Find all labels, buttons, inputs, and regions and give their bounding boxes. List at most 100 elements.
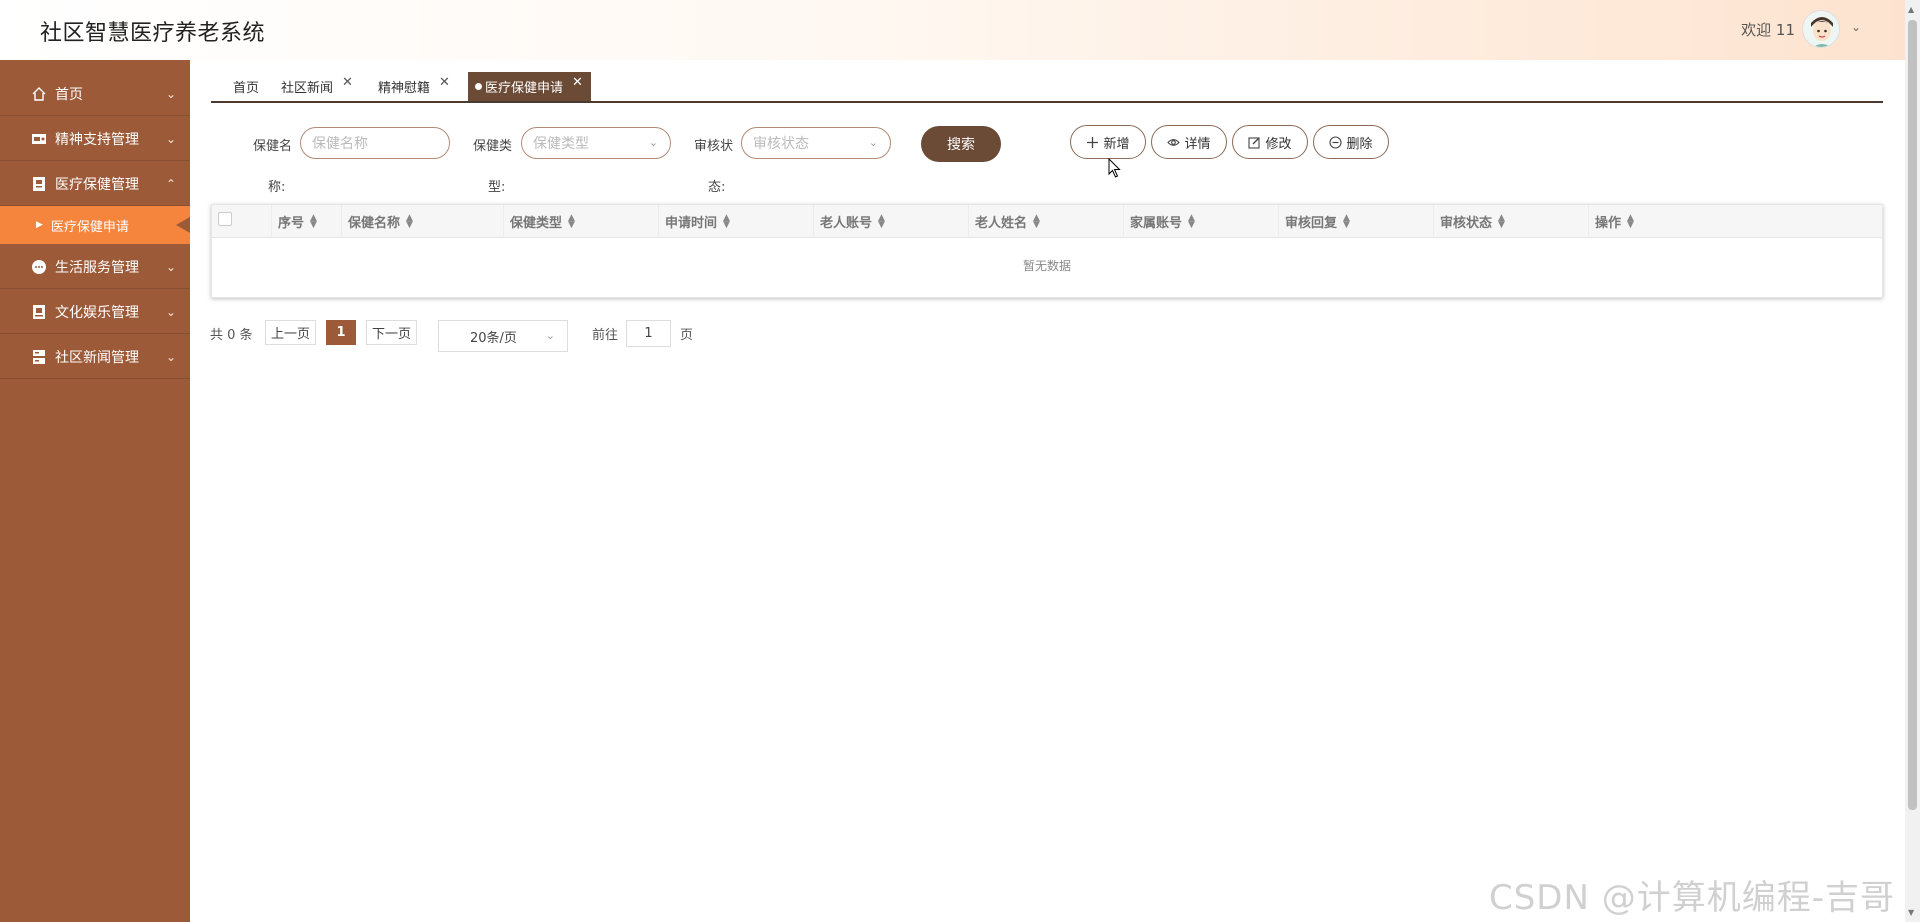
chevron-down-icon: ⌄ [165,260,176,274]
close-icon[interactable]: ✕ [342,75,353,90]
sidebar-item-support[interactable]: 精神支持管理 ⌄ [0,117,190,161]
close-icon[interactable]: ✕ [572,75,583,90]
current-page[interactable]: 1 [326,320,356,345]
sidebar-item-label: 精神支持管理 [55,131,139,148]
column-header[interactable]: 申请时间 ▲ ▼ [658,205,813,238]
scroll-down-icon[interactable]: ▼ [1908,908,1914,917]
top-header: 社区智慧医疗养老系统 欢迎 11 ⌄ [0,0,1905,60]
sort-icon[interactable]: ▲ ▼ [723,213,730,229]
edit-icon [1248,136,1261,149]
sidebar-item-label: 社区新闻管理 [55,349,139,366]
tab-label: 社区新闻 [281,81,334,96]
sort-icon[interactable]: ▲ ▼ [1033,213,1040,229]
column-header[interactable]: 审核回复 ▲ ▼ [1278,205,1433,238]
tab-spiritual-comfort[interactable]: 精神慰籍 ✕ [378,72,450,101]
goto-label: 前往 [592,328,619,343]
sidebar-item-service[interactable]: 生活服务管理 ⌄ [0,245,190,289]
detail-label: 详情 [1184,136,1211,152]
tab-label: 精神慰籍 [378,81,431,96]
tab-medical-apply[interactable]: 医疗保健申请 ✕ [468,72,591,101]
sort-icon[interactable]: ▲ ▼ [1188,213,1195,229]
chevron-down-icon: ⌄ [648,136,658,149]
column-header[interactable]: 序号 ▲ ▼ [271,205,341,238]
status-label: 审核状 [694,139,734,154]
table-header: 序号 ▲ ▼ 保健名称 ▲ ▼ 保健类型 ▲ ▼ 申请时间 ▲ ▼ 老人账号 ▲ ▼ 老人姓名 ▲ ▼ … [212,205,1882,238]
chevron-down-icon[interactable]: ⌄ [1851,20,1861,34]
edit-label: 修改 [1265,136,1292,152]
column-header[interactable]: 老人账号 ▲ ▼ [813,205,968,238]
medical-icon [33,177,45,191]
type-placeholder: 保健类型 [533,136,589,152]
status-placeholder: 审核状态 [753,136,809,152]
tab-community-news[interactable]: 社区新闻 ✕ [281,72,353,101]
chevron-down-icon: ⌄ [165,132,176,146]
chevron-down-icon: ⌄ [165,87,176,101]
total-count: 共 0 条 [210,328,253,343]
column-header[interactable]: 审核状态 ▲ ▼ [1433,205,1588,238]
name-label: 保健名 [253,139,293,154]
mouse-cursor-icon [1108,158,1121,178]
home-icon [32,87,46,101]
app-title: 社区智慧医疗养老系统 [40,21,266,46]
page-size-select[interactable]: 20条/页 ⌄ [438,320,568,352]
column-header[interactable]: 老人姓名 ▲ ▼ [968,205,1123,238]
select-all-checkbox[interactable] [218,212,232,226]
vertical-scrollbar[interactable]: ▲ ▼ [1905,0,1920,922]
name-input[interactable]: 保健名称 [300,127,450,159]
goto-page-input[interactable]: 1 [626,320,671,347]
next-page-button[interactable]: 下一页 [366,320,417,345]
page-suffix: 页 [680,328,694,343]
status-label-cont: 态: [708,180,726,195]
column-header[interactable]: 家属账号 ▲ ▼ [1123,205,1278,238]
tab-home[interactable]: 首页 [233,72,259,101]
sort-icon[interactable]: ▲ ▼ [1498,213,1505,229]
column-header[interactable]: 保健名称 ▲ ▼ [341,205,503,238]
tab-label: 医疗保健申请 [485,81,564,96]
column-header[interactable]: 操作 ▲ ▼ [1588,205,1882,238]
service-icon [32,260,46,274]
sidebar-subitem-label: 医疗保健申请 [50,219,129,235]
chevron-down-icon: ⌄ [165,350,176,364]
sidebar-item-label: 首页 [55,86,83,103]
column-header[interactable]: 保健类型 ▲ ▼ [503,205,658,238]
type-label-cont: 型: [488,180,506,195]
chevron-up-icon: ⌃ [165,177,176,191]
delete-button[interactable]: 删除 [1313,125,1389,159]
sidebar-item-culture[interactable]: 文化娱乐管理 ⌄ [0,290,190,334]
search-button[interactable]: 搜索 [921,126,1001,162]
edit-button[interactable]: 修改 [1232,125,1308,159]
eye-icon [1167,138,1181,146]
chevron-down-icon: ⌄ [545,329,555,342]
plus-icon [1087,136,1099,148]
empty-placeholder: 暂无数据 [1022,259,1071,273]
sort-icon[interactable]: ▲ ▼ [568,213,575,229]
sort-icon[interactable]: ▲ ▼ [1627,213,1634,229]
sort-icon[interactable]: ▲ ▼ [878,213,885,229]
active-dot-icon [475,83,482,90]
detail-button[interactable]: 详情 [1151,125,1227,159]
close-icon[interactable]: ✕ [439,75,450,90]
status-select[interactable]: 审核状态 ⌄ [741,127,891,159]
culture-icon [33,305,45,319]
name-label-cont: 称: [268,180,286,195]
add-button[interactable]: 新增 [1070,125,1146,159]
watermark: CSDN @计算机编程-吉哥 [1488,878,1895,918]
sort-icon[interactable]: ▲ ▼ [1343,213,1350,229]
news-icon [33,350,45,364]
sort-icon[interactable]: ▲ ▼ [406,213,413,229]
avatar[interactable] [1802,10,1840,48]
type-label: 保健类 [473,139,513,154]
type-select[interactable]: 保健类型 ⌄ [521,127,671,159]
tab-label: 首页 [233,81,260,96]
sidebar-item-label: 文化娱乐管理 [55,304,139,321]
sidebar-item-news[interactable]: 社区新闻管理 ⌄ [0,335,190,379]
sidebar-item-label: 生活服务管理 [55,259,139,276]
prev-page-button[interactable]: 上一页 [265,320,316,345]
sidebar-item-medical[interactable]: 医疗保健管理 ⌃ [0,162,190,206]
sidebar-subitem-medical-apply[interactable]: ▶ 医疗保健申请 [0,206,190,244]
scroll-up-icon[interactable]: ▲ [1908,5,1914,14]
sidebar-item-home[interactable]: 首页 ⌄ [0,72,190,116]
sort-icon[interactable]: ▲ ▼ [310,213,317,229]
support-icon [32,134,46,144]
scrollbar-thumb[interactable] [1908,20,1917,810]
